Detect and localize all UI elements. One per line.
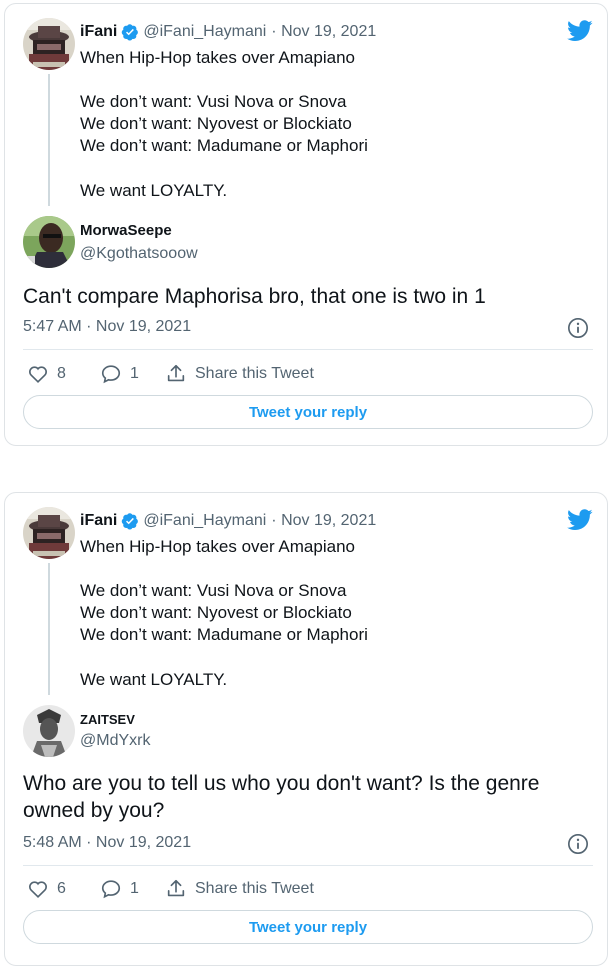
reply-button[interactable]: 1 xyxy=(100,878,139,900)
reply-author-handle[interactable]: @Kgothatsooow xyxy=(80,245,198,263)
author-handle[interactable]: @iFani_Haymani xyxy=(143,23,266,41)
verified-badge-icon xyxy=(122,513,139,530)
tweet-text-line: When Hip-Hop takes over Amapiano xyxy=(80,537,355,556)
author-name[interactable]: iFani xyxy=(80,23,117,41)
like-count: 8 xyxy=(57,365,66,382)
like-button[interactable]: 8 xyxy=(27,363,66,385)
tweet-text-line: We don’t want: Madumane or Maphori xyxy=(80,136,368,155)
info-icon[interactable] xyxy=(567,317,589,339)
thread-line xyxy=(48,563,50,695)
divider xyxy=(23,349,593,350)
tweet-author-row: iFani @iFani_Haymani · Nov 19, 2021 xyxy=(80,512,376,530)
share-icon xyxy=(167,364,185,382)
ifani-avatar[interactable] xyxy=(23,507,75,559)
reply-timestamp[interactable]: 5:47 AM · Nov 19, 2021 xyxy=(23,318,191,336)
morwaseepe-avatar[interactable] xyxy=(23,216,75,268)
author-handle[interactable]: @iFani_Haymani xyxy=(143,512,266,530)
reply-author-name[interactable]: MorwaSeepe xyxy=(80,222,172,239)
tweet-text-line: We don’t want: Vusi Nova or Snova xyxy=(80,92,347,111)
thread-line xyxy=(48,74,50,206)
heart-icon xyxy=(29,366,47,383)
tweet-text-line: We don’t want: Madumane or Maphori xyxy=(80,625,368,644)
twitter-bird-icon[interactable] xyxy=(567,20,593,42)
heart-icon xyxy=(29,881,47,898)
tweet-your-reply-button[interactable]: Tweet your reply xyxy=(23,395,593,429)
share-label: Share this Tweet xyxy=(195,880,314,897)
tweet-text-line: We don’t want: Vusi Nova or Snova xyxy=(80,581,347,600)
divider xyxy=(23,865,593,866)
tweet-your-reply-button[interactable]: Tweet your reply xyxy=(23,910,593,944)
tweet-text-line: When Hip-Hop takes over Amapiano xyxy=(80,48,355,67)
reply-text-line: Can't compare Maphorisa bro, that one is… xyxy=(23,285,486,308)
share-icon xyxy=(167,879,185,897)
reply-count: 1 xyxy=(130,365,139,382)
share-button[interactable]: Share this Tweet xyxy=(165,878,314,900)
share-label: Share this Tweet xyxy=(195,365,314,382)
reply-author-name[interactable]: ZAITSEV xyxy=(80,712,135,727)
author-name[interactable]: iFani xyxy=(80,512,117,530)
reply-timestamp[interactable]: 5:48 AM · Nov 19, 2021 xyxy=(23,834,191,852)
reply-author-handle[interactable]: @MdYxrk xyxy=(80,732,150,750)
reply-button[interactable]: 1 xyxy=(100,363,139,385)
reply-text-line: Who are you to tell us who you don't wan… xyxy=(23,772,540,795)
reply-text-line: owned by you? xyxy=(23,799,165,822)
embedded-tweet-card: iFani @iFani_Haymani · Nov 19, 2021 When… xyxy=(4,3,608,446)
info-icon[interactable] xyxy=(567,833,589,855)
embedded-tweet-card: iFani @iFani_Haymani · Nov 19, 2021 When… xyxy=(4,492,608,966)
ifani-avatar[interactable] xyxy=(23,18,75,70)
zaitsev-avatar[interactable] xyxy=(23,705,75,757)
like-count: 6 xyxy=(57,880,66,897)
share-button[interactable]: Share this Tweet xyxy=(165,363,314,385)
twitter-bird-icon[interactable] xyxy=(567,509,593,531)
reply-bubble-icon xyxy=(101,880,121,899)
tweet-author-row: iFani @iFani_Haymani · Nov 19, 2021 xyxy=(80,23,376,41)
tweet-date[interactable]: · Nov 19, 2021 xyxy=(271,512,376,530)
tweet-text-line: We don’t want: Nyovest or Blockiato xyxy=(80,114,352,133)
tweet-text-line: We don’t want: Nyovest or Blockiato xyxy=(80,603,352,622)
reply-bubble-icon xyxy=(101,365,121,384)
tweet-date[interactable]: · Nov 19, 2021 xyxy=(271,23,376,41)
like-button[interactable]: 6 xyxy=(27,878,66,900)
verified-badge-icon xyxy=(122,24,139,41)
tweet-text-line: We want LOYALTY. xyxy=(80,181,228,200)
reply-count: 1 xyxy=(130,880,139,897)
tweet-text-line: We want LOYALTY. xyxy=(80,670,228,689)
